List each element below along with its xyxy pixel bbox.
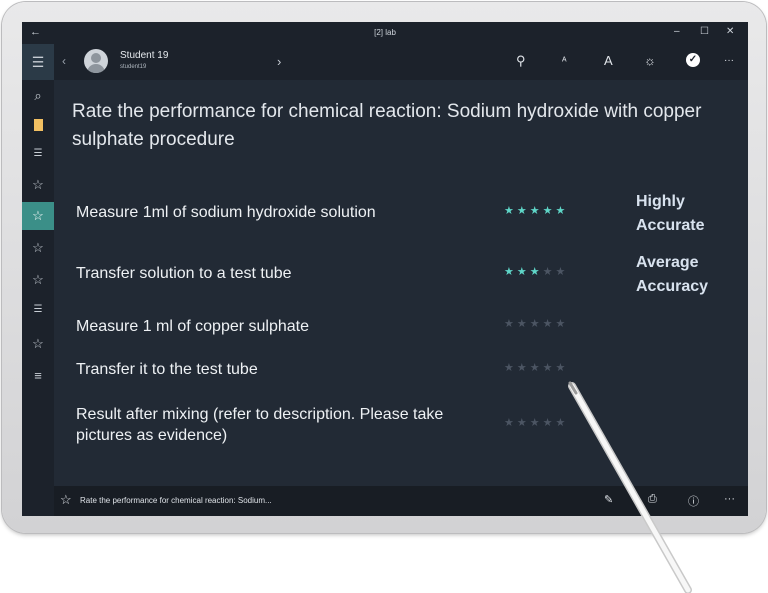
stylus-pen (568, 381, 692, 593)
